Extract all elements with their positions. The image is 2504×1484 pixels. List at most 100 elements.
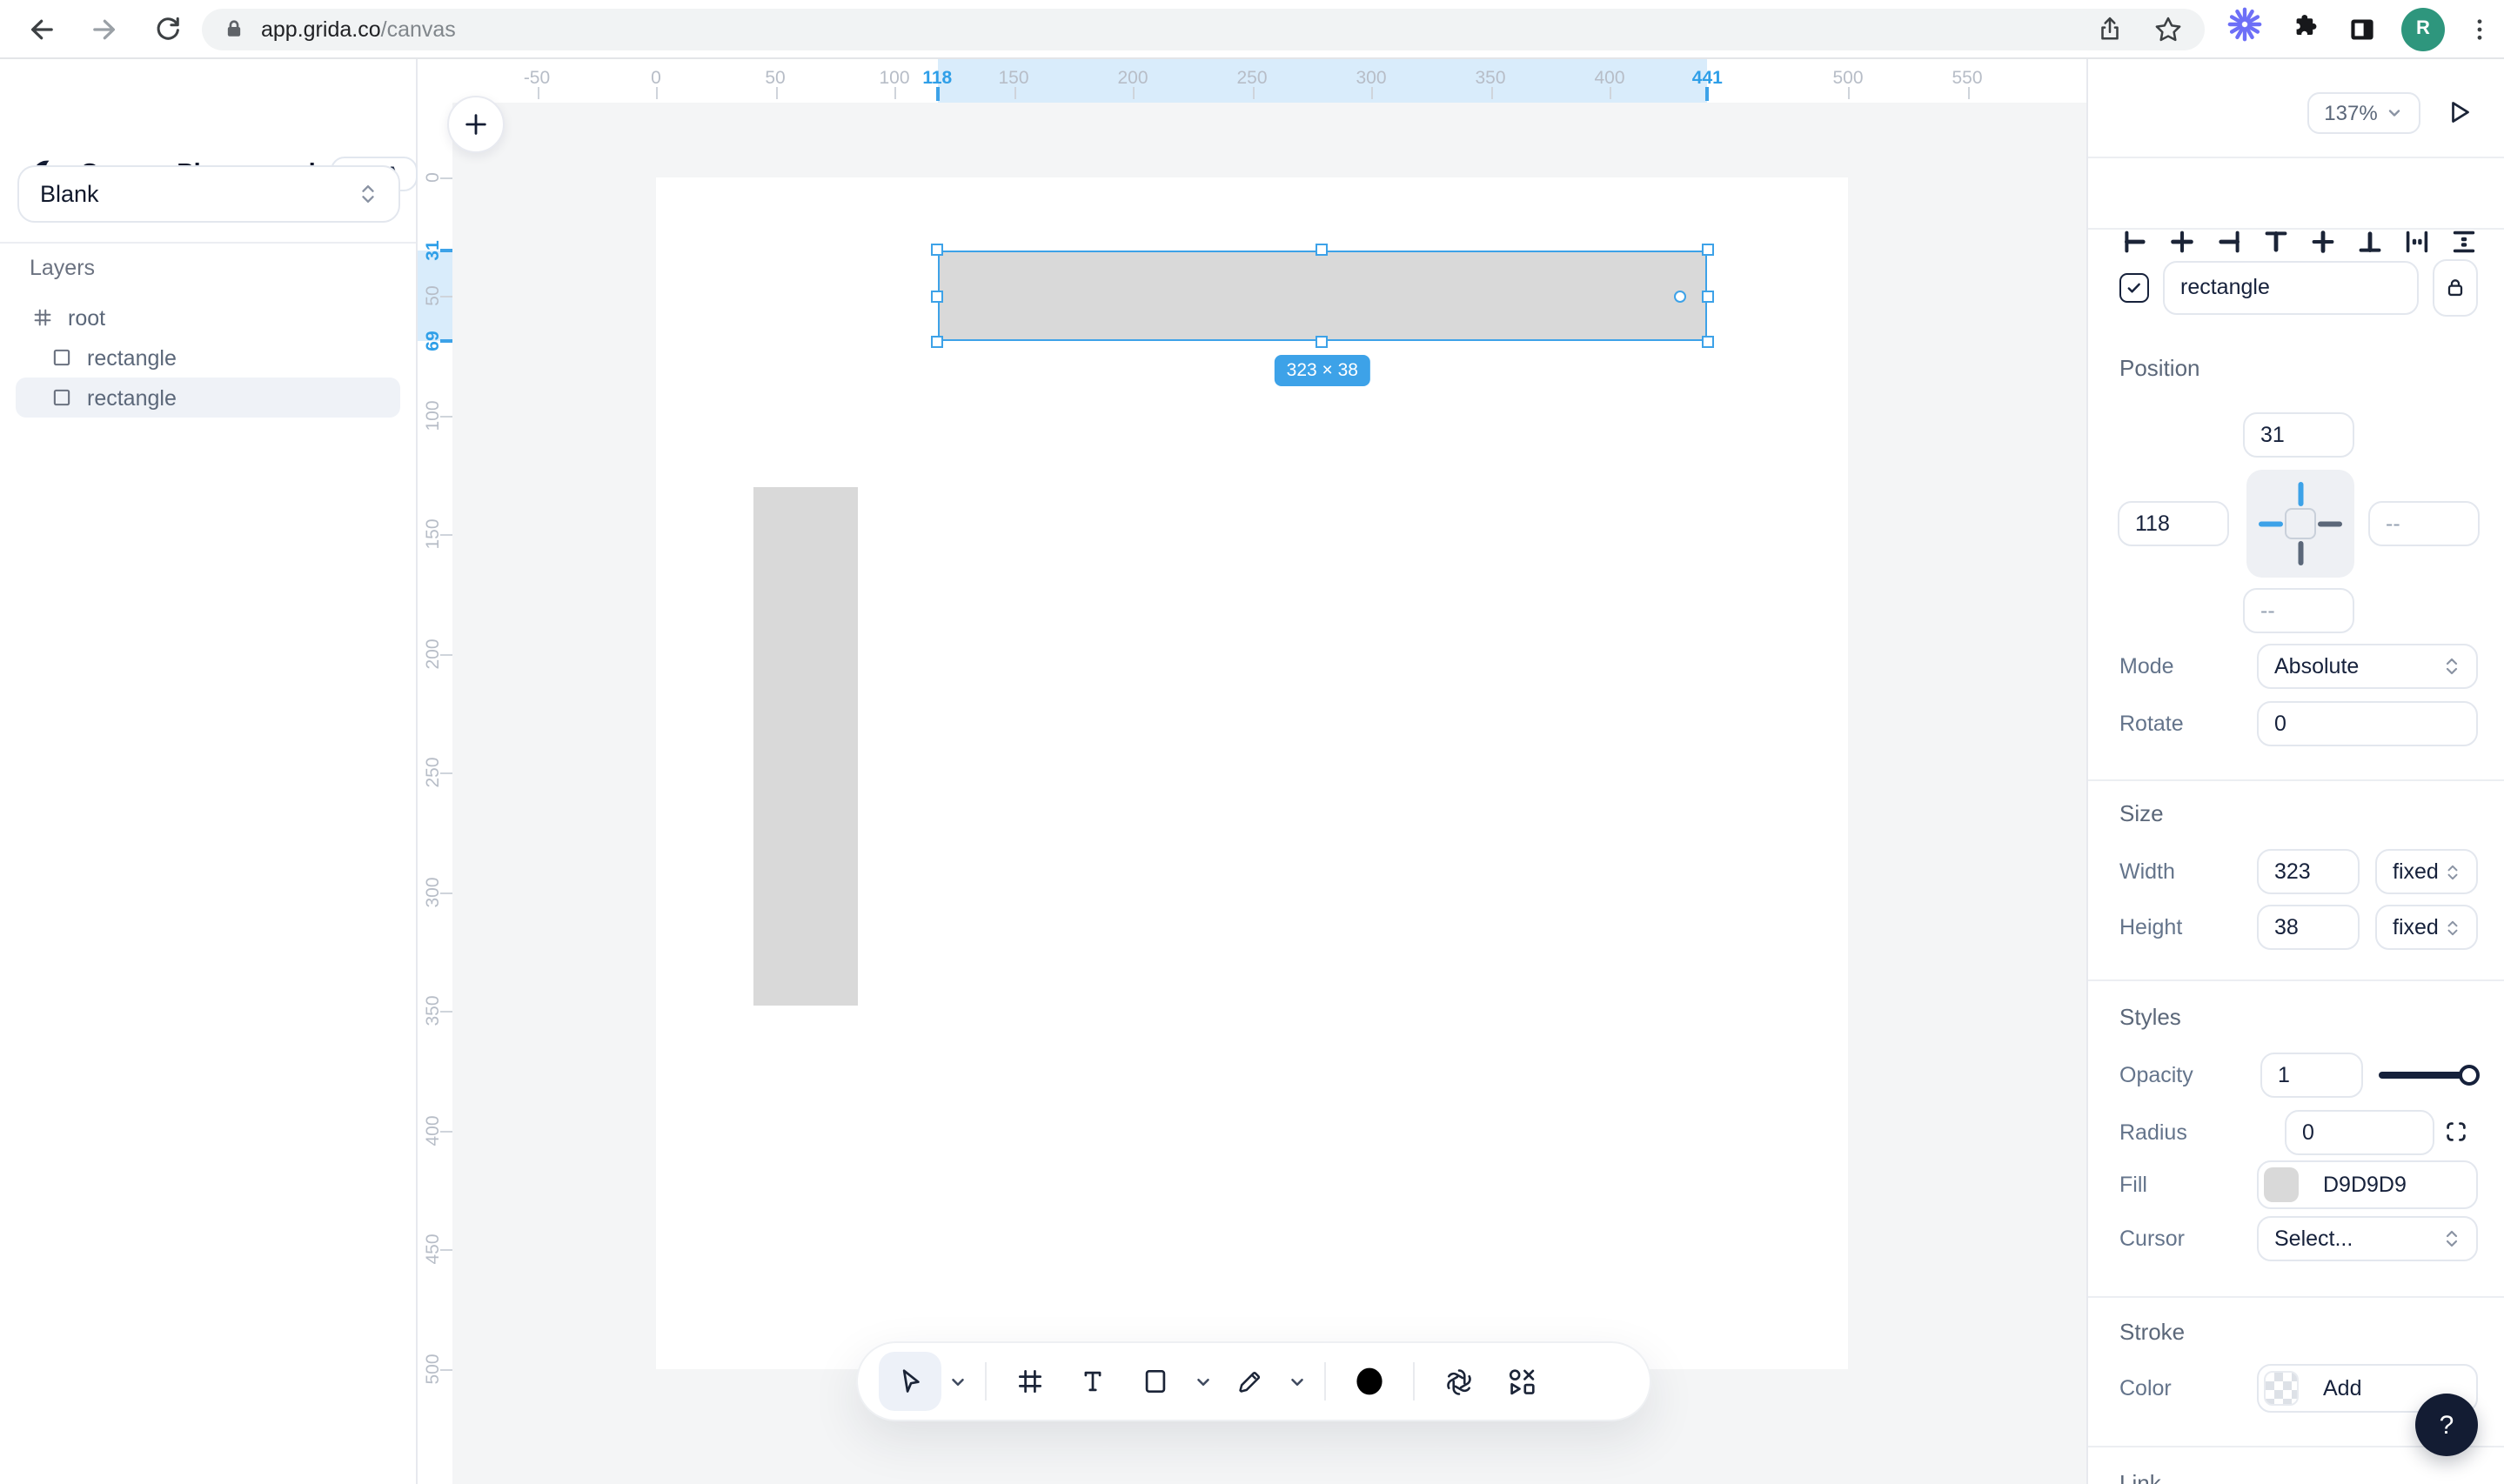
frame-tool[interactable] [999,1352,1061,1411]
rectangle-tool-icon [1140,1366,1171,1397]
ruler-label: 300 [1356,68,1387,89]
play-button[interactable] [2441,94,2476,129]
position-right-input[interactable]: -- [2368,501,2480,546]
rotate-value: 0 [2274,712,2286,736]
position-left-input[interactable]: 118 [2118,501,2229,546]
rotate-label: Rotate [2119,712,2184,736]
cursor-select[interactable]: Select... [2257,1216,2478,1261]
opacity-input[interactable]: 1 [2260,1052,2363,1097]
plugins-tool[interactable] [1490,1352,1552,1411]
ruler-tick [440,1368,452,1370]
position-bottom-input[interactable]: -- [2243,588,2354,633]
brush-icon [1352,1364,1387,1399]
url-path: /canvas [380,17,456,41]
vertical-ruler[interactable]: 0 50 100 150 200 250 300 350 400 450 500 31 69 [418,57,452,1484]
transparent-swatch [2264,1371,2299,1406]
ruler-selection-highlight [937,59,1708,103]
link-heading: Link [2119,1470,2161,1484]
ruler-tick [440,1130,452,1132]
lock-icon [223,17,245,40]
shape-tool-menu[interactable] [1187,1352,1218,1411]
draw-tool-menu[interactable] [1281,1352,1312,1411]
width-input[interactable]: 323 [2257,849,2360,894]
position-top-input[interactable]: 31 [2243,412,2354,458]
horizontal-ruler[interactable]: -50 0 50 100 150 200 250 300 350 400 500 550 118 441 [418,57,2086,103]
radius-label: Radius [2119,1120,2187,1144]
zoom-level-select[interactable]: 137% [2307,91,2420,133]
browser-menu-icon[interactable] [2462,11,2497,46]
browser-forward-icon[interactable] [87,11,122,46]
align-bottom-button[interactable] [2355,226,2385,256]
ruler-tick [1848,87,1850,99]
help-label: ? [2439,1410,2454,1440]
help-button[interactable]: ? [2415,1394,2478,1456]
check-icon [2127,282,2140,292]
browser-reload-icon[interactable] [150,11,184,46]
browser-back-icon[interactable] [24,11,59,46]
layer-row-root[interactable]: root [16,297,400,338]
opacity-value: 1 [2278,1062,2290,1086]
ruler-tick [1490,87,1492,99]
align-right-button[interactable] [2214,226,2244,256]
bookmark-star-icon[interactable] [2153,13,2184,44]
pencil-tool[interactable] [1218,1352,1281,1411]
alignment-toolbar [2119,226,2480,256]
opacity-slider-knob[interactable] [2459,1064,2480,1085]
brush-tool[interactable] [1338,1352,1401,1411]
layer-row-rectangle[interactable]: rectangle [16,378,400,418]
extensions-puzzle-icon[interactable] [2283,10,2321,48]
align-vertical-center-button[interactable] [2308,226,2338,256]
align-right-icon [2215,227,2243,255]
align-top-icon [2262,227,2290,255]
avatar-initial: R [2416,18,2430,39]
add-frame-button[interactable] [446,95,504,152]
position-right-value: -- [2386,511,2400,536]
width-mode-select[interactable]: fixed [2375,849,2478,894]
ruler-tick [1133,87,1135,99]
canvas-viewport[interactable]: 323 × 38 -50 0 50 100 150 200 250 300 350 400 500 5… [418,57,2086,1484]
chevron-updown-icon [2446,658,2458,675]
radius-input[interactable]: 0 [2285,1109,2434,1154]
distribute-horizontal-button[interactable] [2403,226,2433,256]
opacity-slider[interactable] [2379,1064,2480,1085]
align-horizontal-center-button[interactable] [2166,226,2196,256]
layer-row-rectangle[interactable]: rectangle [16,338,400,378]
left-sidebar: Canvas Playground BETA Blank Layers root… [0,57,418,1484]
ruler-label: 0 [651,68,661,89]
rectangle-tool[interactable] [1124,1352,1187,1411]
distribute-vertical-button[interactable] [2450,226,2480,256]
select-tool[interactable] [879,1352,941,1411]
layer-name-value: rectangle [2180,275,2270,299]
zoom-level-value: 137% [2324,100,2378,124]
address-bar[interactable]: app.grida.co/canvas [202,8,2205,50]
lock-layer-button[interactable] [2433,258,2478,316]
layer-name-input[interactable]: rectangle [2163,260,2419,314]
layer-visible-checkbox[interactable] [2119,272,2149,302]
side-panel-icon[interactable] [2342,10,2380,48]
mode-select[interactable]: Absolute [2257,644,2478,689]
corner-radius-icon[interactable] [2443,1119,2469,1145]
height-mode-select[interactable]: fixed [2375,905,2478,950]
height-input[interactable]: 38 [2257,905,2360,950]
caret-down-icon [1287,1372,1306,1391]
align-top-button[interactable] [2261,226,2291,256]
ruler-tick [1014,87,1015,99]
profile-avatar[interactable]: R [2401,7,2445,50]
rotate-input[interactable]: 0 [2257,701,2478,746]
rectangle-icon [49,345,73,370]
extension-spark-icon[interactable] [2226,7,2264,48]
fill-color-swatch[interactable] [2264,1167,2299,1202]
fill-field[interactable]: D9D9D9 [2257,1160,2478,1209]
rectangle-shape[interactable] [937,250,1708,342]
share-icon[interactable] [2095,14,2125,43]
text-tool[interactable] [1061,1352,1124,1411]
layers-heading: Layers [30,256,96,280]
rectangle-shape[interactable] [753,486,859,1006]
ruler-tick [1252,87,1254,99]
align-left-button[interactable] [2119,226,2149,256]
template-select[interactable]: Blank [17,165,400,223]
position-anchor-widget[interactable] [2246,470,2354,578]
ai-assistant[interactable] [1427,1352,1490,1411]
select-tool-menu[interactable] [941,1352,973,1411]
pencil-tool-icon [1234,1366,1265,1397]
